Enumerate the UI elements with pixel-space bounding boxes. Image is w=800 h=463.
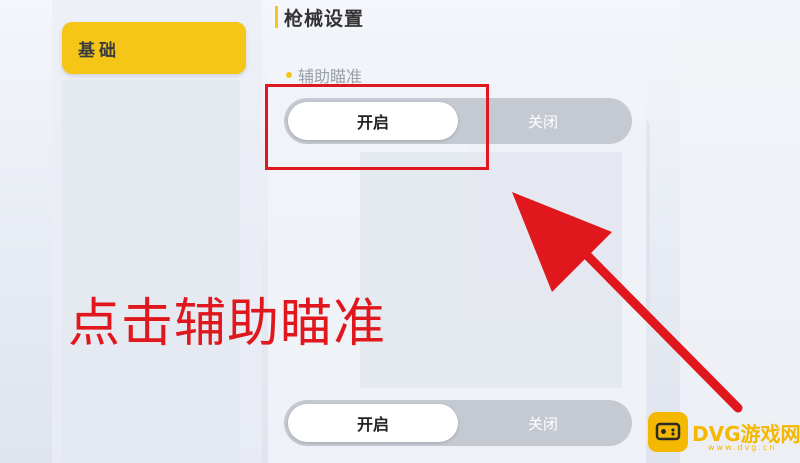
sidebar-tab-basic[interactable]: 基础 <box>62 22 246 74</box>
setting-2-on-button[interactable]: 开启 <box>288 404 458 442</box>
sidebar-tab-basic-label: 基础 <box>78 41 120 61</box>
settings-content-area <box>360 152 622 388</box>
section-title: 枪械设置 <box>284 8 365 30</box>
setting-2-off-button[interactable]: 关闭 <box>458 404 628 442</box>
annotation-highlight-box <box>265 84 489 170</box>
section-accent-bar <box>275 6 278 28</box>
subsection-dot-icon <box>286 72 292 78</box>
setting-toggle-2[interactable]: 开启 关闭 <box>284 400 632 446</box>
watermark-domain: www.dvg.cn <box>708 443 777 452</box>
annotation-instruction-text: 点击辅助瞄准 <box>68 294 387 354</box>
background-right-panel <box>680 0 800 463</box>
watermark-logo: DVG游戏网 www.dvg.cn <box>648 410 800 456</box>
sidebar-list <box>62 80 240 463</box>
gamepad-icon <box>648 412 688 452</box>
